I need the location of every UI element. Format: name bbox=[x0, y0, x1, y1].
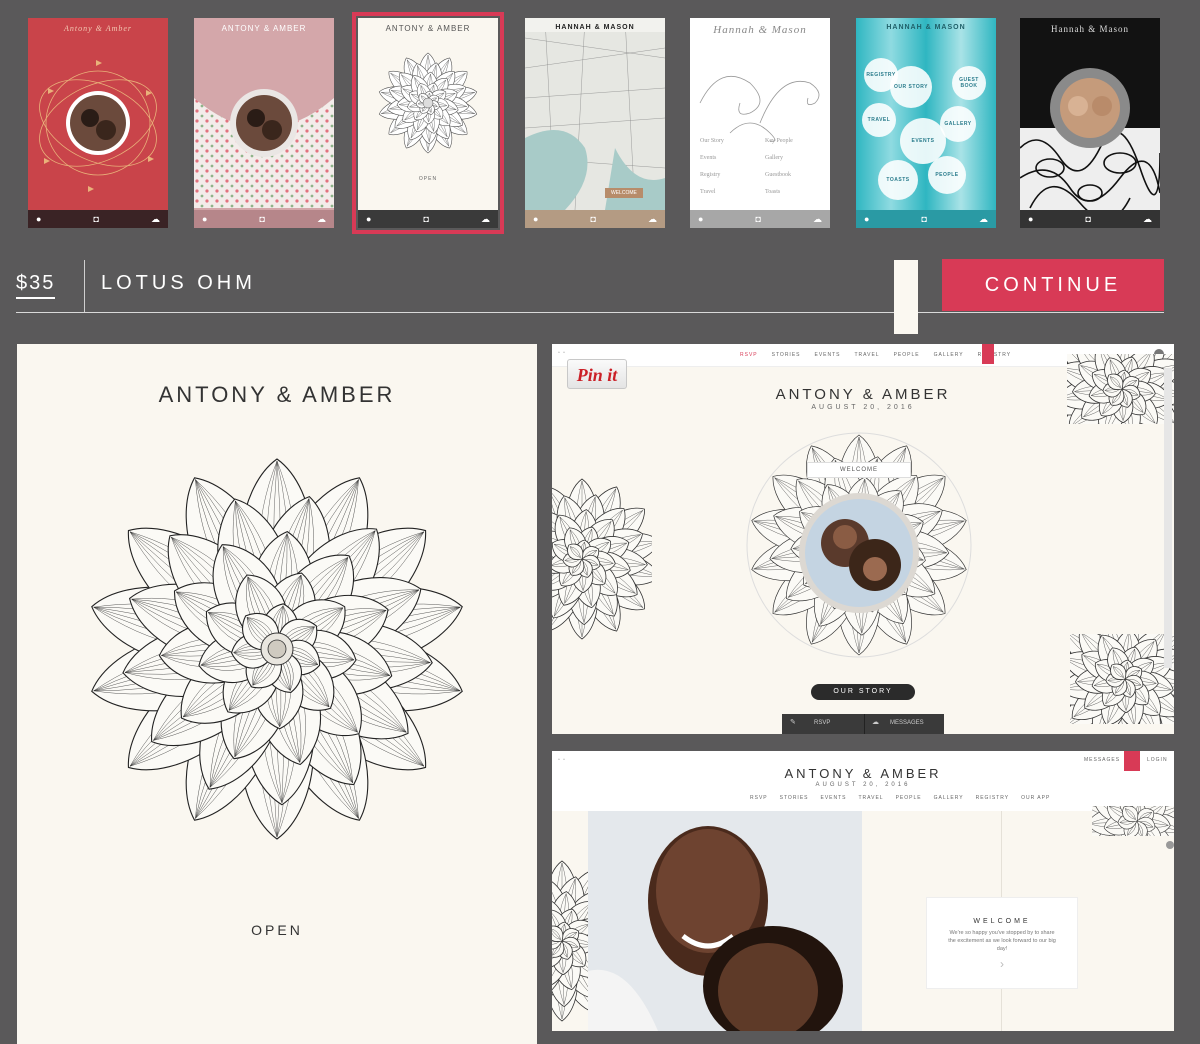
dots-illustration bbox=[194, 89, 334, 208]
messages-link[interactable]: MESSAGES bbox=[1084, 757, 1120, 763]
thumbnail-title: HANNAH & MASON bbox=[555, 24, 635, 31]
couple-names: ANTONY & AMBER bbox=[784, 766, 942, 781]
desktop-preview-story: ▫ ▫ MESSAGES LOGIN ANTONY & AMBER AUGUST… bbox=[552, 751, 1174, 1031]
scroll-tab[interactable] bbox=[894, 260, 918, 334]
couple-photo bbox=[588, 811, 862, 1031]
welcome-tag: WELCOME bbox=[605, 188, 643, 198]
thumbnail-toolbar: ● ◘ ☁ bbox=[1020, 210, 1160, 228]
welcome-title: WELCOME bbox=[973, 918, 1031, 925]
menu-link: Guestbook bbox=[765, 172, 791, 178]
social-icons[interactable]: ▫ ▫ bbox=[558, 757, 566, 763]
open-button[interactable]: OPEN bbox=[17, 922, 537, 938]
mobile-preview: ANTONY & AMBER OPEN bbox=[17, 344, 537, 1044]
login-link[interactable]: LOGIN bbox=[1147, 757, 1168, 763]
nav-events[interactable]: EVENTS bbox=[820, 795, 846, 801]
thumbnail-toolbar: ● ◘ ☁ bbox=[690, 210, 830, 228]
thumbnail-pink-dots[interactable]: ANTONY & AMBER ● ◘ ☁ bbox=[194, 18, 334, 228]
rsvp-tab[interactable]: RSVP bbox=[814, 720, 830, 726]
swirls-illustration bbox=[699, 75, 820, 142]
thumbnail-lotus-selected[interactable]: ANTONY & AMBER OPEN ● ◘ ☁ bbox=[352, 12, 504, 234]
bottom-toolbar: ✎ RSVP ☁ MESSAGES bbox=[782, 714, 944, 734]
planes-illustration bbox=[39, 60, 157, 192]
bubble-travel: TRAVEL bbox=[862, 103, 896, 137]
bubble-toasts: TOASTS bbox=[878, 160, 918, 200]
thumbnail-black-scribble[interactable]: Hannah & Mason ● ◘ ☁ bbox=[1020, 18, 1160, 228]
bubble-people: PEOPLE bbox=[928, 156, 966, 194]
lotus-side-left-illustration bbox=[552, 478, 652, 640]
thumbnail-title: ANTONY & AMBER bbox=[385, 24, 471, 33]
wedding-date: AUGUST 20, 2016 bbox=[815, 782, 911, 788]
scrollbar[interactable] bbox=[1164, 368, 1172, 668]
scroll-dot[interactable] bbox=[1166, 841, 1174, 849]
welcome-card: WELCOME We're so happy you've stopped by… bbox=[926, 897, 1078, 989]
scribble-illustration bbox=[1020, 68, 1160, 210]
menu-link: Key People bbox=[765, 138, 793, 144]
menu-link: Our Story bbox=[700, 138, 724, 144]
header: ▫ ▫ MESSAGES LOGIN ANTONY & AMBER AUGUST… bbox=[552, 751, 1174, 811]
divider bbox=[864, 714, 865, 734]
thumbnail-teal-bubbles[interactable]: HANNAH & MASON REGISTRY GUEST BOOK OUR S… bbox=[856, 18, 996, 228]
lotus-mini-illustration bbox=[378, 52, 478, 154]
nav-links: RSVP STORIES EVENTS TRAVEL PEOPLE GALLER… bbox=[750, 795, 1050, 801]
divider bbox=[84, 260, 85, 312]
nav-stories[interactable]: STORIES bbox=[780, 795, 809, 801]
bubble-our-story: OUR STORY bbox=[890, 66, 932, 108]
welcome-dropdown[interactable]: WELCOME bbox=[807, 462, 911, 478]
nav-registry[interactable]: REGISTRY bbox=[976, 795, 1009, 801]
thumbnail-toolbar: ● ◘ ☁ bbox=[28, 210, 168, 228]
thumbnail-title: Hannah & Mason bbox=[713, 24, 807, 36]
thumbnail-title: Antony & Amber bbox=[63, 24, 133, 33]
continue-button[interactable]: CONTINUE bbox=[942, 259, 1164, 311]
our-story-button[interactable]: OUR STORY bbox=[811, 684, 915, 700]
nav-rsvp[interactable]: RSVP bbox=[750, 795, 768, 801]
desktop-preview-home: ▫ ▫ RSVP STORIES EVENTS TRAVEL PEOPLE GA… bbox=[552, 344, 1174, 734]
nav-people[interactable]: PEOPLE bbox=[896, 795, 922, 801]
chevron-right-icon[interactable]: › bbox=[927, 957, 1077, 971]
nav-gallery[interactable]: GALLERY bbox=[934, 795, 964, 801]
nav-people[interactable]: PEOPLE bbox=[894, 352, 920, 358]
mobile-app-ribbon-icon[interactable] bbox=[982, 344, 994, 364]
menu-link: Gallery bbox=[765, 155, 783, 161]
social-icons[interactable]: ▫ ▫ bbox=[558, 350, 566, 356]
menu-link: Travel bbox=[700, 189, 716, 195]
thumbnail-toolbar: ● ◘ ☁ bbox=[194, 210, 334, 228]
pinit-button[interactable]: Pin it bbox=[567, 359, 627, 389]
nav-stories[interactable]: STORIES bbox=[772, 352, 801, 358]
lotus-bottom-right-illustration bbox=[1070, 634, 1174, 724]
nav-gallery[interactable]: GALLERY bbox=[934, 352, 964, 358]
product-name: LOTUS OHM bbox=[101, 272, 256, 294]
divider-line bbox=[16, 312, 1164, 313]
welcome-text: We're so happy you've stopped by to shar… bbox=[948, 930, 1056, 952]
thumbnail-toolbar: ● ◘ ☁ bbox=[358, 210, 498, 228]
nav-travel[interactable]: TRAVEL bbox=[855, 352, 880, 358]
nav-rsvp[interactable]: RSVP bbox=[740, 352, 758, 358]
pencil-icon: ✎ bbox=[790, 719, 796, 726]
menu-link: Events bbox=[700, 155, 717, 161]
thumbnail-toolbar: ● ◘ ☁ bbox=[525, 210, 665, 228]
nav-events[interactable]: EVENTS bbox=[814, 352, 840, 358]
thumbnail-map[interactable]: HANNAH & MASON WELCOME ● ◘ ☁ bbox=[525, 18, 665, 228]
open-label: OPEN bbox=[418, 176, 438, 182]
price-link[interactable]: $35 bbox=[16, 272, 56, 299]
nav-our-app[interactable]: OUR APP bbox=[1021, 795, 1050, 801]
menu-link: Toasts bbox=[765, 189, 781, 195]
chat-icon: ☁ bbox=[872, 719, 879, 726]
lotus-top-right-illustration bbox=[1092, 806, 1174, 836]
lotus-top-right-illustration bbox=[1067, 354, 1174, 424]
bubble-guestbook: GUEST BOOK bbox=[952, 66, 986, 100]
couple-names: ANTONY & AMBER bbox=[158, 382, 396, 407]
menu-link: Registry bbox=[700, 172, 721, 178]
thumbnail-title: ANTONY & AMBER bbox=[221, 24, 307, 33]
thumbnail-toolbar: ● ◘ ☁ bbox=[856, 210, 996, 228]
thumbnail-swirls[interactable]: Hannah & Mason Our Story Key People Even… bbox=[690, 18, 830, 228]
thumbnail-title: HANNAH & MASON bbox=[886, 24, 966, 31]
lotus-flower-illustration bbox=[91, 458, 463, 840]
messages-tab[interactable]: MESSAGES bbox=[890, 720, 924, 726]
map-illustration bbox=[525, 18, 665, 210]
nav-links: RSVP STORIES EVENTS TRAVEL PEOPLE GALLER… bbox=[740, 352, 1011, 358]
thumbnail-red-planes[interactable]: Antony & Amber ● ◘ ☁ bbox=[28, 18, 168, 228]
thumbnail-title: Hannah & Mason bbox=[1051, 24, 1129, 34]
nav-travel[interactable]: TRAVEL bbox=[859, 795, 884, 801]
